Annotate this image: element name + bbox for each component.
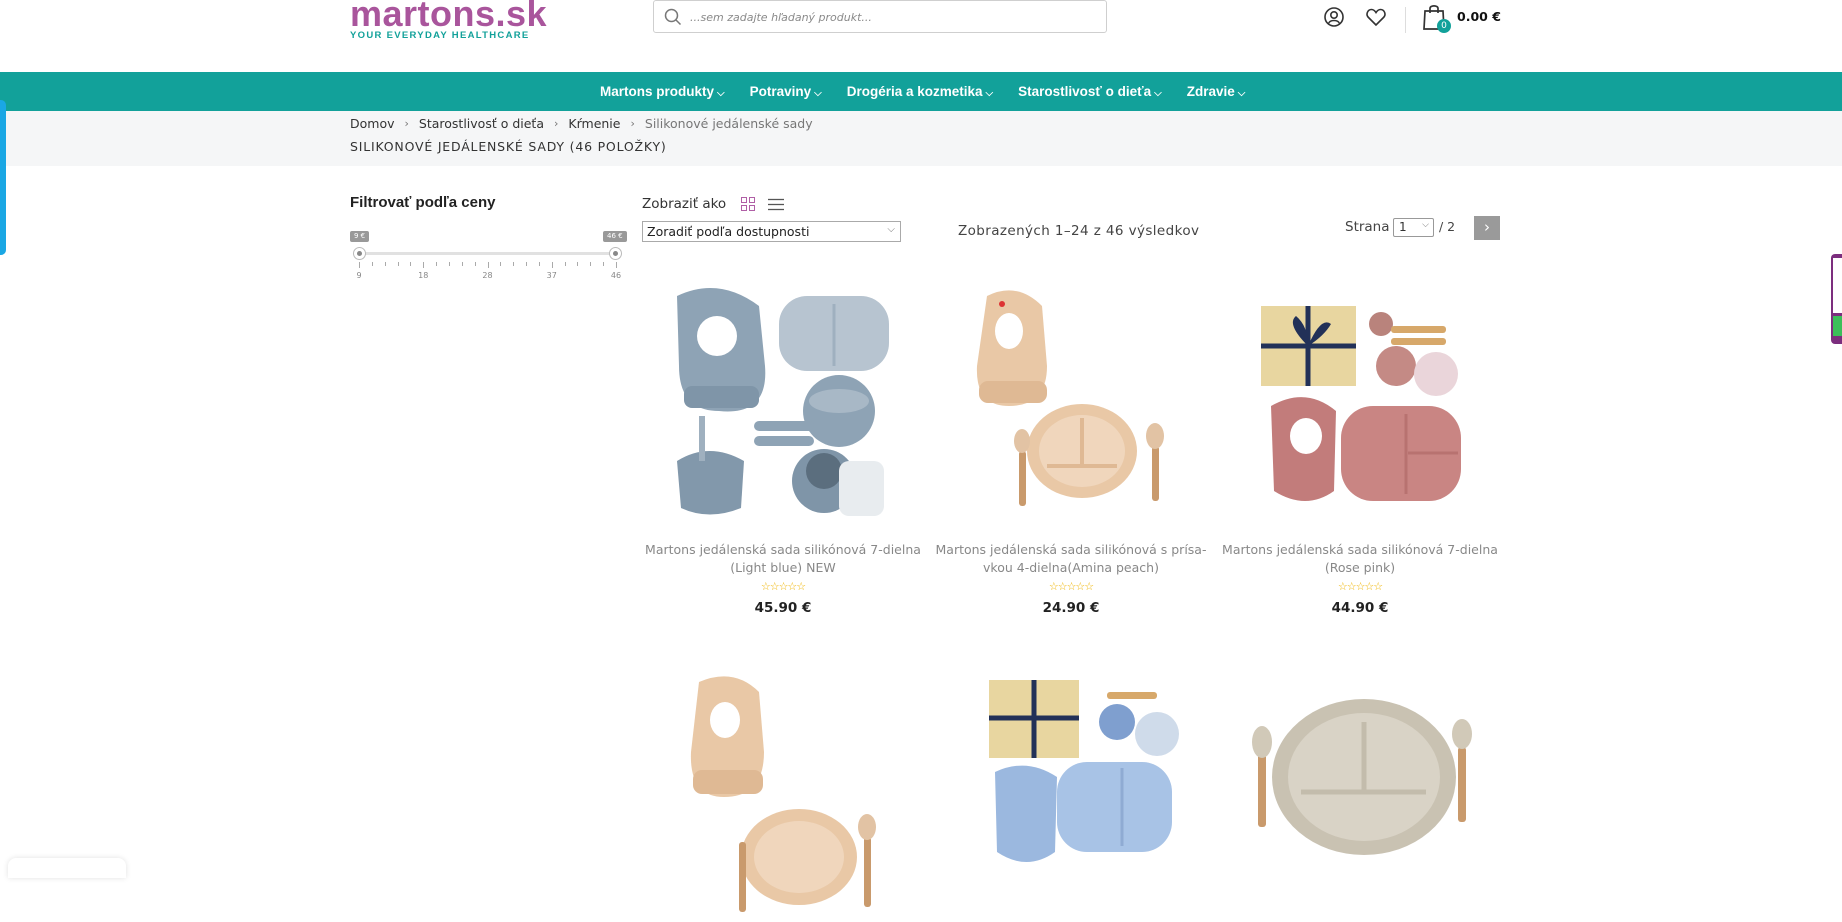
breadcrumb-home[interactable]: Domov [350,116,395,131]
product-title[interactable]: Martons jedálenská sada silikónová 7-die… [1222,541,1498,577]
slider-tick [564,262,566,266]
product-price: 44.90 € [1331,600,1389,616]
filter-title: Filtrovať podľa ceny [350,194,496,211]
price-slider-min-handle[interactable] [353,247,366,260]
grid-view-icon[interactable] [741,197,755,211]
slider-tick [526,262,528,266]
user-icon[interactable] [1323,6,1345,28]
chevron-right-icon: › [630,117,635,130]
page-select[interactable]: 1 ⌵ [1393,218,1434,237]
breadcrumb-kremenie[interactable]: Kŕmenie [568,116,620,131]
page-total: / 2 [1439,219,1456,234]
slider-tick-label: 28 [482,271,493,280]
slider-tick [513,262,515,266]
logo-tagline: YOUR EVERYDAY HEALTHCARE [350,30,530,41]
chevron-down-icon: ⌵ [717,88,725,99]
product-title[interactable]: Martons jedálenská sada silikónová 7-die… [645,541,921,577]
breadcrumb-current: Silikonové jedálenské sady [644,116,813,131]
slider-tick [616,262,617,268]
chevron-down-icon: ⌵ [814,88,822,99]
next-page-button[interactable]: › [1474,216,1500,240]
results-count: Zobrazených 1–24 z 46 výsledkov [958,223,1200,239]
product-image[interactable] [947,276,1197,526]
slider-tick [397,262,399,266]
cart-total[interactable]: 0.00 € [1457,9,1501,24]
list-view-icon[interactable] [768,198,784,211]
price-min-tag: 9 € [350,231,370,242]
chat-widget[interactable] [8,858,126,878]
breadcrumb-bar: Domov › Starostlivosť o dieťa › Kŕmenie … [0,111,1842,166]
price-slider-max-handle[interactable] [609,247,622,260]
nav-item-martons-produkty[interactable]: Martons produkty ⌵ [600,72,725,111]
slider-tick [474,262,476,266]
main-nav: Martons produkty ⌵ Potraviny ⌵ Drogéria a … [0,72,1842,111]
view-mode-label: Zobraziť ako [642,196,727,212]
price-slider-track[interactable] [359,252,616,255]
slider-tick [500,262,502,266]
slider-tick [448,262,450,266]
side-promo-banner[interactable] [1831,254,1842,344]
search-icon[interactable] [664,8,682,26]
search-input[interactable] [688,6,1088,28]
cart-count-badge: 0 [1437,19,1451,33]
heart-icon[interactable] [1365,6,1387,28]
product-rating-stars: ☆☆☆☆☆ [1048,580,1094,593]
page-title: SILIKONOVÉ JEDÁLENSKÉ SADY (46 POLOŽKY) [350,139,667,154]
slider-tick [538,262,540,266]
product-price: 45.90 € [754,600,812,616]
search-box[interactable] [653,0,1107,33]
chevron-right-icon: › [404,117,409,130]
site-logo[interactable]: martons.sk YOUR EVERYDAY HEALTHCARE [350,0,547,41]
slider-tick [551,262,553,268]
product-image[interactable] [659,672,909,922]
slider-tick [423,262,425,268]
page-label: Strana [1345,219,1390,235]
product-rating-stars: ☆☆☆☆☆ [1337,580,1383,593]
nav-item-drogeria[interactable]: Drogéria a kozmetika ⌵ [847,72,993,111]
chevron-down-icon: ⌵ [887,224,895,235]
nav-item-starostlivost[interactable]: Starostlivosť o dieťa ⌵ [1018,72,1162,111]
side-widget-tab[interactable] [0,100,6,255]
slider-tick [461,262,463,266]
slider-tick [436,262,438,266]
product-title[interactable]: Martons jedálenská sada silikónová s prí… [933,541,1209,577]
product-image[interactable] [947,672,1197,922]
product-rating-stars: ☆☆☆☆☆ [760,580,806,593]
chevron-down-icon: ⌵ [985,88,994,99]
price-max-tag: 46 € [603,231,627,242]
chevron-down-icon: ⌵ [1237,88,1246,99]
breadcrumb: Domov › Starostlivosť o dieťa › Kŕmenie … [350,116,813,131]
nav-item-potraviny[interactable]: Potraviny ⌵ [750,72,822,111]
slider-tick [590,262,592,266]
product-image[interactable] [1236,672,1486,922]
header-separator [1405,7,1406,33]
nav-item-zdravie[interactable]: Zdravie ⌵ [1187,72,1246,111]
product-image[interactable] [1236,276,1486,526]
slider-tick [603,262,605,266]
slider-tick [487,262,489,268]
chevron-down-icon: ⌵ [1422,220,1429,230]
product-image[interactable] [659,276,909,526]
slider-tick-label: 18 [418,271,429,280]
slider-tick-label: 46 [610,271,622,280]
chevron-down-icon: ⌵ [1154,88,1162,99]
slider-tick [577,262,579,266]
chevron-right-icon: › [554,117,559,130]
breadcrumb-starostlivost[interactable]: Starostlivosť o dieťa [419,116,544,131]
slider-tick-label: 37 [546,271,557,280]
product-price: 24.90 € [1042,600,1100,616]
slider-tick [410,262,412,266]
sort-select[interactable]: Zoradiť podľa dostupnosti ⌵ [642,221,901,242]
slider-tick-label: 9 [356,271,362,280]
slider-tick [371,262,373,266]
slider-tick [384,262,386,266]
slider-tick [359,262,360,268]
logo-brand: martons.sk [350,0,548,34]
